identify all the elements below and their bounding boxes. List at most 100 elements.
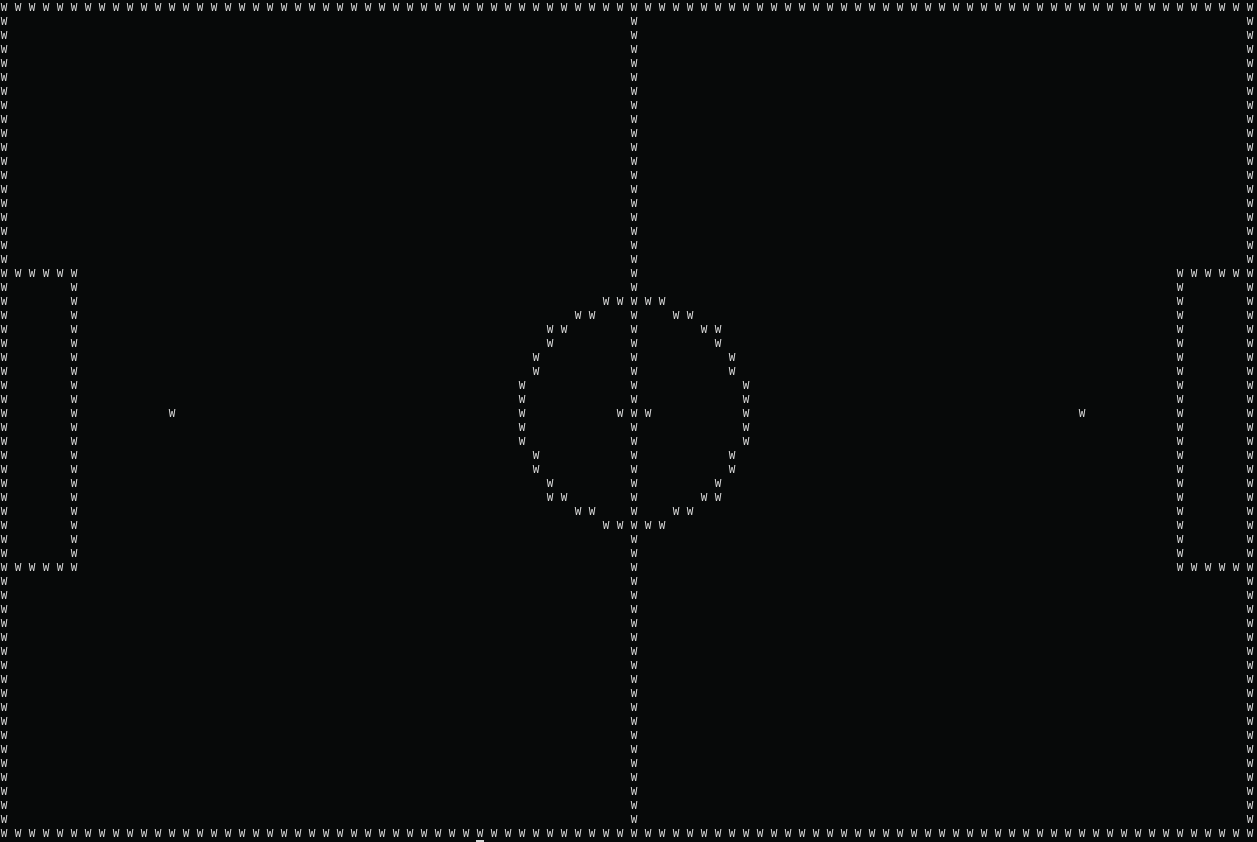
right-wall-cell: W [1246,491,1254,504]
top-wall-cell: W [686,1,694,14]
bottom-wall-cell: W [1148,827,1156,840]
left-wall-cell: W [0,491,8,504]
top-wall-cell: W [420,1,428,14]
center-line-cell: W [630,71,638,84]
center-circle-cell: W [714,337,722,350]
bottom-wall-cell: W [1176,827,1184,840]
top-wall-cell: W [952,1,960,14]
left-wall-cell: W [0,771,8,784]
right-goal-cell: W [1176,351,1184,364]
center-circle-cell: W [518,393,526,406]
right-wall-cell: W [1246,771,1254,784]
left-wall-cell: W [0,533,8,546]
left-goal-cell: W [70,449,78,462]
left-wall-cell: W [0,239,8,252]
right-wall-cell: W [1246,43,1254,56]
right-goal-cell: W [1176,337,1184,350]
top-wall-cell: W [714,1,722,14]
bottom-wall-cell: W [42,827,50,840]
bottom-wall-cell: W [280,827,288,840]
right-wall-cell: W [1246,449,1254,462]
center-line-cell: W [630,813,638,826]
top-wall-cell: W [798,1,806,14]
top-wall-cell: W [364,1,372,14]
center-circle-cell: W [742,379,750,392]
top-wall-cell: W [266,1,274,14]
left-wall-cell: W [0,323,8,336]
right-goal-cell: W [1176,519,1184,532]
right-wall-cell: W [1246,463,1254,476]
bottom-wall-cell: W [602,827,610,840]
center-circle-cell: W [700,323,708,336]
right-wall-cell: W [1246,575,1254,588]
right-wall-cell: W [1246,505,1254,518]
top-wall-cell: W [896,1,904,14]
left-goal-cell: W [70,309,78,322]
top-wall-cell: W [994,1,1002,14]
center-line-cell: W [630,687,638,700]
center-circle-cell: W [574,505,582,518]
top-wall-cell: W [490,1,498,14]
top-wall-cell: W [630,1,638,14]
right-wall-cell: W [1246,701,1254,714]
bottom-wall-cell: W [686,827,694,840]
top-wall-cell: W [0,1,8,14]
center-line-cell: W [630,729,638,742]
top-wall-cell: W [1232,1,1240,14]
left-wall-cell: W [0,799,8,812]
bottom-wall-cell: W [966,827,974,840]
top-wall-cell: W [1008,1,1016,14]
left-wall-cell: W [0,197,8,210]
center-circle-cell: W [714,491,722,504]
top-wall-cell: W [448,1,456,14]
left-wall-cell: W [0,127,8,140]
bottom-wall-cell: W [672,827,680,840]
top-wall-cell: W [574,1,582,14]
left-wall-cell: W [0,309,8,322]
bottom-wall-cell: W [1106,827,1114,840]
center-line-cell: W [630,29,638,42]
left-goal-cell: W [70,365,78,378]
bottom-wall-cell: W [854,827,862,840]
left-wall-cell: W [0,85,8,98]
right-goal-cell: W [1176,477,1184,490]
top-wall-cell: W [812,1,820,14]
bottom-wall-cell: W [154,827,162,840]
left-wall-cell: W [0,183,8,196]
center-line-cell: W [630,785,638,798]
bottom-wall-cell: W [266,827,274,840]
left-wall-cell: W [0,211,8,224]
top-wall-cell: W [434,1,442,14]
right-wall-cell: W [1246,813,1254,826]
bottom-wall-cell: W [196,827,204,840]
center-line-cell: W [630,99,638,112]
bottom-wall-cell: W [714,827,722,840]
center-line-cell: W [630,771,638,784]
terminal-window: WWWWWWWWWWWWWWWWWWWWWWWWWWWWWWWWWWWWWWWW… [0,0,1257,842]
right-goal-cell: W [1176,393,1184,406]
top-wall-cell: W [1148,1,1156,14]
right-goal-cell: W [1176,267,1184,280]
right-wall-cell: W [1246,309,1254,322]
left-wall-cell: W [0,155,8,168]
center-line-cell: W [630,603,638,616]
right-goal-cell: W [1232,267,1240,280]
bottom-wall-cell: W [1162,827,1170,840]
right-wall-cell: W [1246,337,1254,350]
center-line-cell: W [630,155,638,168]
center-circle-cell: W [672,309,680,322]
right-goal-cell: W [1176,561,1184,574]
right-goal-cell: W [1176,323,1184,336]
top-wall-cell: W [938,1,946,14]
left-wall-cell: W [0,463,8,476]
left-goal-cell: W [70,281,78,294]
left-wall-cell: W [0,295,8,308]
bottom-wall-cell: W [1050,827,1058,840]
left-player-icon: W [168,407,176,420]
bottom-wall-cell: W [980,827,988,840]
center-circle-cell: W [728,365,736,378]
center-circle-cell: W [658,519,666,532]
center-circle-cell: W [588,309,596,322]
right-goal-cell: W [1176,365,1184,378]
bottom-wall-cell: W [1134,827,1142,840]
